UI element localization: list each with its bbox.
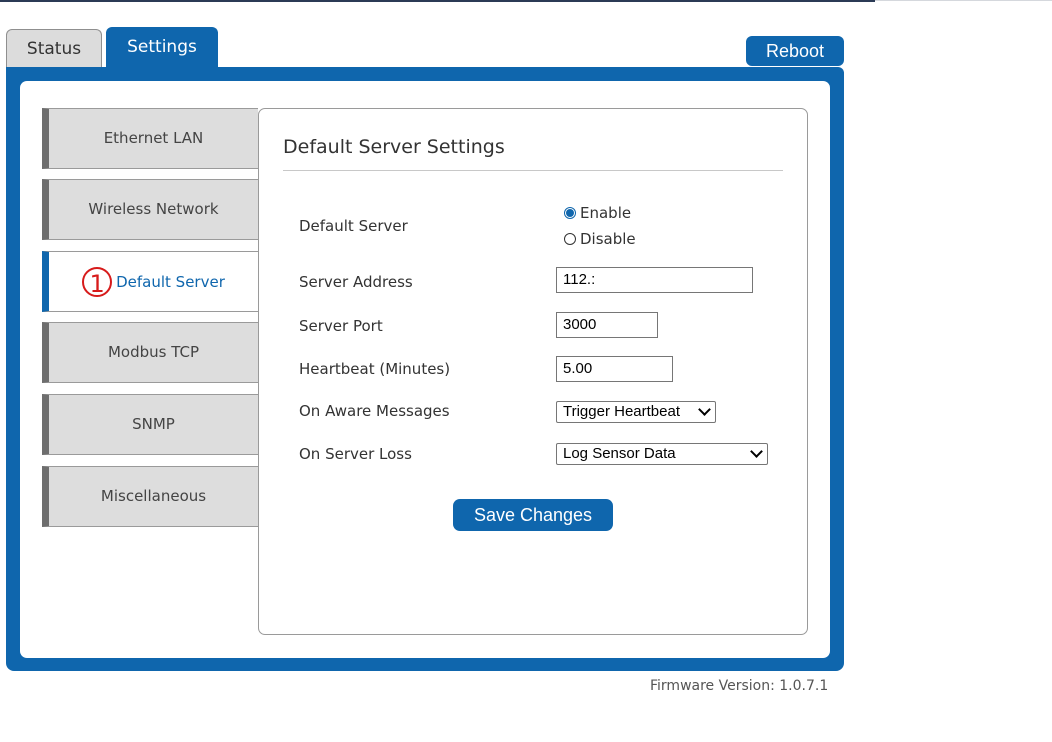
settings-panel: Default Server Settings Default Server E… (258, 108, 808, 635)
server-address-label: Server Address (299, 273, 413, 291)
chevron-down-icon (698, 403, 711, 416)
sidebar-item-modbus-tcp[interactable]: Modbus TCP (42, 322, 258, 383)
radio-disable-dot[interactable] (564, 233, 576, 245)
on-aware-value: Trigger Heartbeat (563, 403, 680, 420)
radio-enable-label: Enable (580, 204, 632, 222)
tab-settings-label: Settings (127, 37, 197, 57)
on-aware-label: On Aware Messages (299, 402, 450, 420)
sidebar-item-label: Ethernet LAN (103, 129, 204, 147)
tab-status-label: Status (26, 39, 82, 59)
sidebar-item-default-server[interactable]: 1 Default Server (42, 251, 258, 312)
top-border-right (875, 0, 1052, 1)
tab-settings[interactable]: Settings (106, 27, 218, 69)
firmware-version: Firmware Version: 1.0.7.1 (650, 678, 829, 694)
sidebar-item-label: Miscellaneous (100, 487, 207, 505)
server-port-label: Server Port (299, 317, 383, 335)
radio-disable[interactable]: Disable (564, 230, 636, 248)
sidebar-item-snmp[interactable]: SNMP (42, 394, 258, 455)
default-server-label: Default Server (299, 217, 408, 235)
settings-frame: Ethernet LAN Wireless Network 1 Default … (6, 67, 844, 671)
reboot-button[interactable]: Reboot (746, 36, 844, 66)
sidebar-item-label: Default Server (116, 272, 225, 291)
heartbeat-input[interactable]: 5.00 (556, 356, 673, 382)
sidebar-item-miscellaneous[interactable]: Miscellaneous (42, 466, 258, 527)
on-aware-select[interactable]: Trigger Heartbeat (556, 401, 716, 423)
sidebar-item-ethernet-lan[interactable]: Ethernet LAN (42, 108, 258, 169)
tab-status[interactable]: Status (6, 29, 102, 69)
chevron-down-icon (750, 445, 763, 458)
sidebar-item-label: Modbus TCP (107, 343, 200, 361)
radio-enable-dot[interactable] (564, 207, 576, 219)
top-border (0, 0, 875, 2)
panel-divider (283, 170, 783, 171)
sidebar-item-label: SNMP (132, 415, 175, 433)
heartbeat-label: Heartbeat (Minutes) (299, 360, 451, 378)
on-server-loss-value: Log Sensor Data (563, 445, 676, 462)
sidebar-item-wireless-network[interactable]: Wireless Network (42, 179, 258, 240)
radio-disable-label: Disable (580, 230, 636, 248)
server-port-input[interactable]: 3000 (556, 312, 658, 338)
settings-content: Ethernet LAN Wireless Network 1 Default … (20, 81, 830, 658)
radio-enable[interactable]: Enable (564, 204, 631, 222)
save-changes-button[interactable]: Save Changes (453, 499, 613, 531)
server-address-input[interactable]: 112.: (556, 267, 753, 293)
step-marker: 1 (82, 266, 113, 298)
panel-title: Default Server Settings (283, 136, 505, 158)
on-server-loss-label: On Server Loss (299, 445, 412, 463)
on-server-loss-select[interactable]: Log Sensor Data (556, 443, 768, 465)
sidebar-item-label: Wireless Network (88, 200, 219, 218)
